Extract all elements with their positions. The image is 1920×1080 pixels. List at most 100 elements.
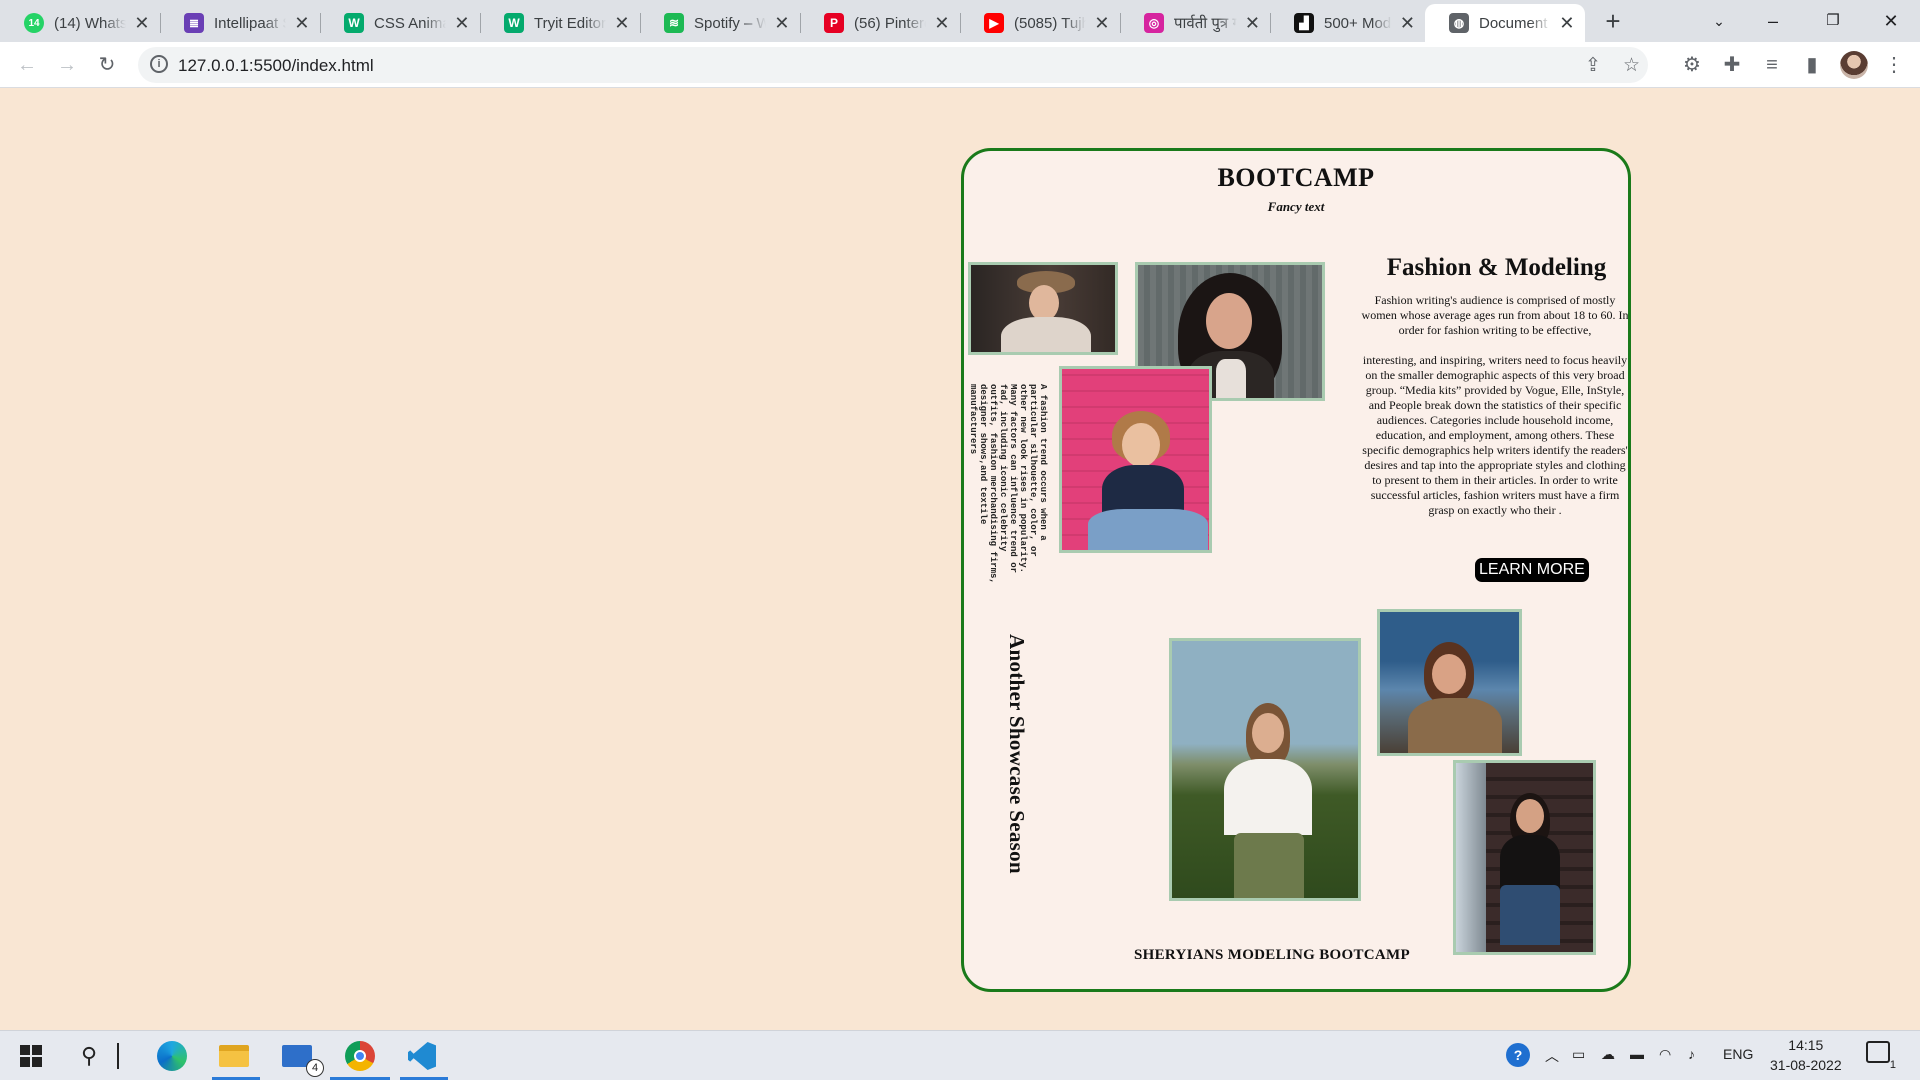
- tab-title: Document: [1479, 14, 1548, 32]
- spotify-icon: ≋: [664, 13, 684, 33]
- fashion-description: Fashion writing's audience is comprised …: [1360, 293, 1629, 533]
- meet-now-icon[interactable]: ▭: [1572, 1046, 1585, 1063]
- tab-close-icon[interactable]: ✕: [614, 13, 630, 34]
- volume-icon[interactable]: ♪: [1688, 1046, 1695, 1062]
- address-bar[interactable]: i 127.0.0.1:5500/index.html ⇪ ☆: [138, 47, 1648, 83]
- file-explorer-icon[interactable]: [217, 1039, 251, 1073]
- tab-title: 500+ Model Pictures: [1324, 14, 1392, 32]
- unsplash-icon: ▟: [1294, 13, 1314, 33]
- browser-toolbar: ← → ↻ i 127.0.0.1:5500/index.html ⇪ ☆ ⚙ …: [0, 42, 1920, 88]
- footer-title: SHERYIANS MODELING BOOTCAMP: [1134, 947, 1410, 963]
- close-window-button[interactable]: ✕: [1868, 4, 1914, 38]
- browser-tab[interactable]: ◎ पार्वती पुत्र गणेश ✕: [1120, 4, 1270, 42]
- intellipaat-icon: ≣: [184, 13, 204, 33]
- tab-strip: 14 (14) WhatsApp ✕ ≣ Intellipaat Software So…: [0, 0, 1920, 42]
- browser-tab[interactable]: W Tryit Editor v3.7 ✕: [480, 4, 640, 42]
- extensions-puzzle-icon[interactable]: ✚: [1717, 50, 1747, 80]
- model-photo-sea: [1377, 609, 1522, 756]
- tab-close-icon[interactable]: ✕: [1245, 13, 1260, 34]
- edge-browser-icon[interactable]: [155, 1039, 189, 1073]
- browser-tab[interactable]: ▶ (5085) Tujhe Kitna Chahne Lage ✕: [960, 4, 1120, 42]
- fashion-modeling-heading: Fashion & Modeling: [1386, 254, 1607, 281]
- show-hidden-icons-chevron-icon[interactable]: ︿: [1545, 1046, 1559, 1066]
- tab-close-icon[interactable]: ✕: [1094, 13, 1110, 34]
- tab-close-icon[interactable]: ✕: [1400, 13, 1415, 34]
- tab-close-icon[interactable]: ✕: [294, 13, 310, 34]
- onedrive-cloud-icon[interactable]: ☁: [1601, 1046, 1615, 1063]
- notification-center-icon[interactable]: 1: [1866, 1041, 1896, 1071]
- page-subtitle: Fancy text: [1267, 199, 1325, 214]
- w3-icon: W: [504, 13, 524, 33]
- bookmark-star-icon[interactable]: ☆: [1623, 54, 1640, 77]
- clock-date: 31-08-2022: [1770, 1057, 1842, 1073]
- wifi-icon[interactable]: ◠: [1659, 1046, 1671, 1063]
- notification-count: 1: [1889, 1059, 1896, 1071]
- tab-title: पार्वती पुत्र गणेश: [1174, 15, 1237, 32]
- windows-taskbar: ⚲ 4 ? ︿ ▭ ☁ ▬ ◠ ♪ ENG 14:15 31-08-2022 1: [0, 1030, 1920, 1080]
- back-button[interactable]: ←: [12, 50, 42, 80]
- learn-more-button[interactable]: LEARN MORE: [1475, 558, 1589, 582]
- instagram-icon: ◎: [1144, 13, 1164, 33]
- bootcamp-card: BOOTCAMP Fancy text A fashion trend occu…: [961, 148, 1631, 992]
- pinterest-icon: P: [824, 13, 844, 33]
- fashion-description-paragraph-2: interesting, and inspiring, writers need…: [1362, 353, 1628, 517]
- battery-icon[interactable]: ▬: [1630, 1046, 1644, 1062]
- task-view-divider: [115, 1039, 121, 1073]
- tab-close-icon[interactable]: ✕: [934, 13, 950, 34]
- tab-close-icon[interactable]: ✕: [454, 13, 470, 34]
- mail-badge: 4: [306, 1059, 324, 1077]
- reload-button[interactable]: ↻: [92, 50, 122, 80]
- tab-title: Tryit Editor v3.7: [534, 14, 606, 32]
- tab-title: (14) WhatsApp: [54, 14, 126, 32]
- profile-avatar[interactable]: [1840, 51, 1868, 79]
- forward-button[interactable]: →: [52, 50, 82, 80]
- tab-title: Intellipaat Software Solutions: [214, 14, 286, 32]
- help-icon[interactable]: ?: [1506, 1043, 1530, 1067]
- windows-start-icon[interactable]: [14, 1039, 48, 1073]
- url-text[interactable]: 127.0.0.1:5500/index.html: [178, 56, 374, 76]
- site-info-icon[interactable]: i: [150, 55, 168, 73]
- youtube-icon: ▶: [984, 13, 1004, 33]
- tab-close-icon[interactable]: ✕: [134, 13, 150, 34]
- model-photo-hat: [968, 262, 1118, 355]
- chrome-icon[interactable]: [343, 1039, 377, 1073]
- fashion-trend-vertical-text: A fashion trend occurs when a particular…: [968, 384, 1048, 584]
- browser-tab[interactable]: ▟ 500+ Model Pictures ✕: [1270, 4, 1425, 42]
- browser-tab[interactable]: ◍ Document ✕: [1425, 4, 1585, 42]
- w3-icon: W: [344, 13, 364, 33]
- browser-tab[interactable]: W CSS Animation ✕: [320, 4, 480, 42]
- browser-tab[interactable]: ≣ Intellipaat Software Solutions ✕: [160, 4, 320, 42]
- tab-title: (56) Pinterest: [854, 14, 926, 32]
- showcase-season-vertical-heading: Another Showcase Season: [1005, 634, 1029, 874]
- clock[interactable]: 14:15 31-08-2022: [1770, 1035, 1842, 1075]
- tab-close-icon[interactable]: ✕: [1559, 13, 1575, 34]
- extension-icon[interactable]: ⚙: [1677, 50, 1707, 80]
- page-title: BOOTCAMP: [1217, 163, 1375, 192]
- mail-icon[interactable]: 4: [280, 1039, 324, 1077]
- fashion-description-paragraph-1: Fashion writing's audience is comprised …: [1361, 293, 1629, 337]
- model-photo-stairs: [1453, 760, 1596, 955]
- clock-time: 14:15: [1788, 1037, 1824, 1053]
- restore-button[interactable]: ❐: [1810, 4, 1856, 38]
- new-tab-button[interactable]: +: [1599, 8, 1627, 36]
- tab-title: CSS Animation: [374, 14, 446, 32]
- share-icon[interactable]: ⇪: [1585, 54, 1601, 77]
- model-photo-pink-wall: [1059, 366, 1212, 553]
- model-photo-field: [1169, 638, 1361, 901]
- menu-kebab-icon[interactable]: ⋮: [1879, 50, 1909, 80]
- tab-title: Spotify – Web Player: [694, 14, 766, 32]
- browser-tab[interactable]: 14 (14) WhatsApp ✕: [0, 4, 160, 42]
- tab-close-icon[interactable]: ✕: [774, 13, 790, 34]
- vscode-icon[interactable]: [405, 1039, 439, 1073]
- media-queue-icon[interactable]: ≡: [1757, 50, 1787, 80]
- minimize-button[interactable]: –: [1750, 4, 1796, 38]
- tab-title: (5085) Tujhe Kitna Chahne Lage: [1014, 14, 1086, 32]
- language-indicator[interactable]: ENG: [1723, 1046, 1753, 1062]
- globe-icon: ◍: [1449, 13, 1469, 33]
- search-icon[interactable]: ⚲: [72, 1039, 106, 1073]
- browser-tab[interactable]: P (56) Pinterest ✕: [800, 4, 960, 42]
- browser-tab[interactable]: ≋ Spotify – Web Player ✕: [640, 4, 800, 42]
- whatsapp-icon: 14: [24, 13, 44, 33]
- tab-search-button[interactable]: ⌄: [1696, 4, 1742, 38]
- side-panel-icon[interactable]: ▮: [1797, 50, 1827, 80]
